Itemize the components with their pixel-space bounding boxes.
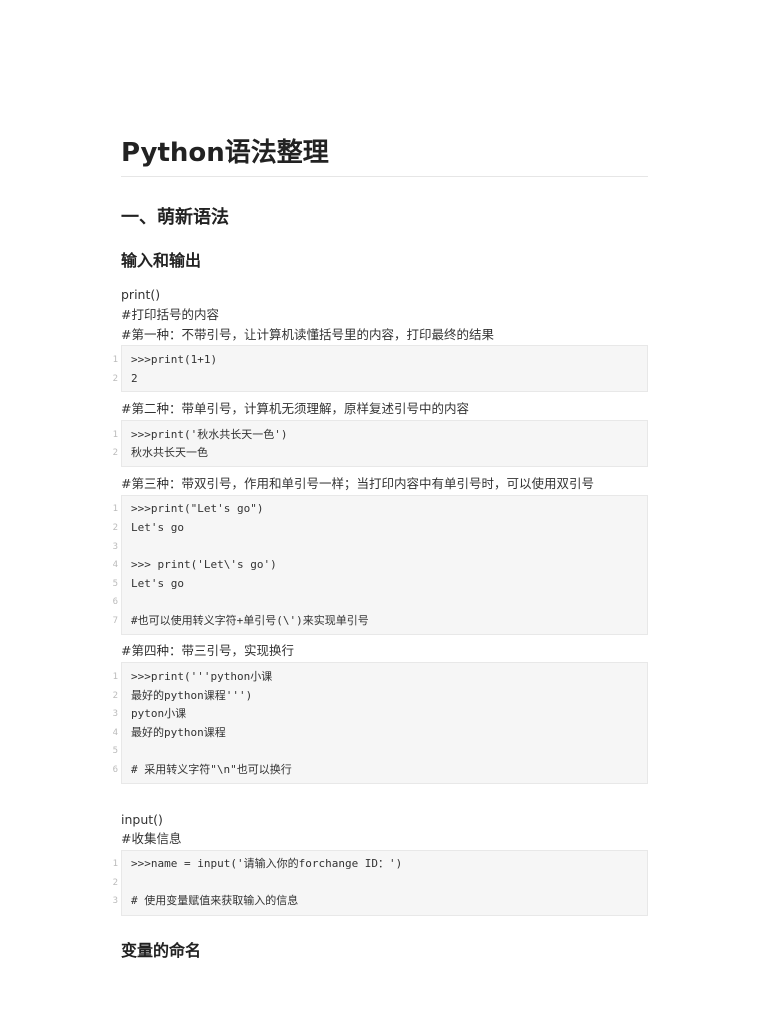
line-number: 1	[112, 355, 118, 365]
subheading-variables: 变量的命名	[121, 941, 202, 960]
code-block: 1 >>>print('''python小课 2 最好的python课程''') 3 py…	[113, 662, 648, 784]
code-line: # 使用变量赋值来获取输入的信息	[131, 894, 299, 907]
line-number: 6	[112, 597, 118, 607]
subheading-io: 输入和输出	[121, 251, 202, 270]
paragraph: print()	[121, 287, 161, 302]
code-block: 1 >>>print('秋水共长天一色') 2 秋水共长天一色	[113, 420, 648, 467]
code-line: 最好的python课程''')	[131, 689, 253, 702]
code-block: 1 >>>print(1+1) 2 2	[113, 345, 648, 392]
code-line: 2	[131, 372, 138, 385]
line-number: 2	[112, 878, 118, 888]
paragraph: #收集信息	[121, 831, 182, 846]
line-number: 5	[112, 579, 118, 589]
line-number: 2	[112, 448, 118, 458]
code-line: >>>print('秋水共长天一色')	[131, 428, 288, 441]
paragraph: #第一种：不带引号，让计算机读懂括号里的内容，打印最终的结果	[121, 327, 494, 342]
paragraph: input()	[121, 812, 163, 827]
title-divider	[121, 176, 648, 177]
line-number: 3	[112, 709, 118, 719]
code-line: 秋水共长天一色	[131, 446, 208, 459]
line-number: 6	[112, 765, 118, 775]
line-number: 5	[112, 746, 118, 756]
section-heading: 一、萌新语法	[121, 207, 229, 228]
line-number: 3	[112, 542, 118, 552]
code-block: 1 >>>name = input('请输入你的forchange ID：') 2 3…	[113, 850, 648, 916]
paragraph: #第二种：带单引号，计算机无须理解，原样复述引号中的内容	[121, 401, 469, 416]
code-line: >>>name = input('请输入你的forchange ID：')	[131, 857, 403, 870]
line-number: 1	[112, 430, 118, 440]
paragraph: #第四种：带三引号，实现换行	[121, 643, 294, 658]
line-number: 4	[112, 560, 118, 570]
code-line: >>>print(1+1)	[131, 353, 218, 366]
code-line: #也可以使用转义字符+单引号(\')来实现单引号	[131, 614, 369, 627]
paragraph: #打印括号的内容	[121, 307, 219, 322]
line-number: 2	[112, 523, 118, 533]
line-number: 1	[112, 504, 118, 514]
line-number: 4	[112, 728, 118, 738]
paragraph: #第三种：带双引号，作用和单引号一样；当打印内容中有单引号时，可以使用双引号	[121, 476, 594, 491]
code-line: # 采用转义字符"\n"也可以换行	[131, 763, 292, 776]
line-number: 7	[112, 616, 118, 626]
code-line: >>>print('''python小课	[131, 670, 273, 683]
line-number: 2	[112, 374, 118, 384]
line-number: 1	[112, 859, 118, 869]
code-line: >>>print("Let's go")	[131, 502, 264, 515]
code-block: 1 >>>print("Let's go") 2 Let's go 3 4 >>> prin…	[113, 495, 648, 635]
code-line: >>> print('Let\'s go')	[131, 558, 277, 571]
code-line: Let's go	[131, 521, 184, 534]
code-line: pyton小课	[131, 707, 187, 720]
code-line: 最好的python课程	[131, 726, 226, 739]
line-number: 1	[112, 672, 118, 682]
page-title: Python语法整理	[121, 138, 329, 168]
code-line: Let's go	[131, 577, 184, 590]
line-number: 2	[112, 691, 118, 701]
line-number: 3	[112, 896, 118, 906]
